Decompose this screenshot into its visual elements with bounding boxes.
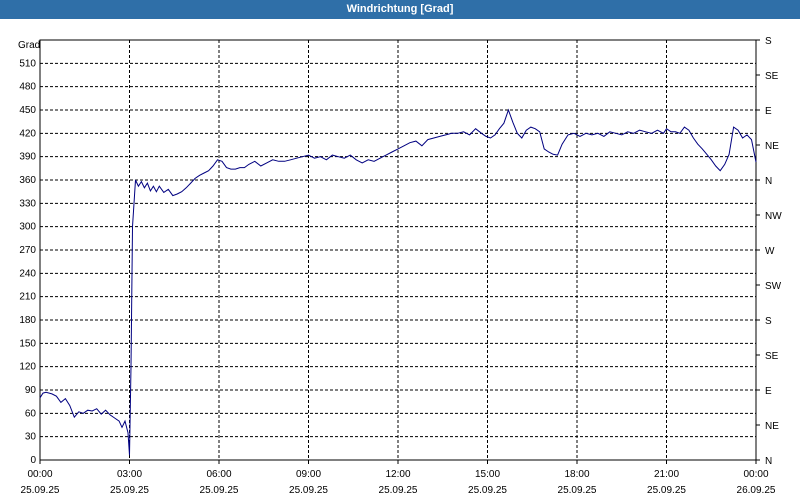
y-tick-label: 150 bbox=[19, 338, 36, 349]
x-axis-ticks: 00:00 25.09.25 03:00 25.09.25 06:00 25.09.25 0… bbox=[21, 460, 776, 496]
y-tick-label: 210 bbox=[19, 292, 36, 303]
x-tick-date: 25.09.25 bbox=[200, 485, 239, 496]
right-tick-label: S bbox=[765, 316, 772, 327]
y-tick-label: 300 bbox=[19, 222, 36, 233]
y-tick-label: 270 bbox=[19, 245, 36, 256]
right-tick-label: S bbox=[765, 36, 772, 47]
right-tick-label: W bbox=[765, 246, 775, 257]
y-tick-label: 480 bbox=[19, 82, 36, 93]
grid-lines bbox=[40, 40, 756, 460]
y-tick-label: 60 bbox=[25, 408, 37, 419]
right-axis-ticks: N NE E SE S SW W NW N NE E SE S bbox=[756, 36, 782, 467]
x-tick-time: 06:00 bbox=[206, 469, 231, 480]
right-tick-label: N bbox=[765, 176, 772, 187]
x-tick-time: 15:00 bbox=[475, 469, 500, 480]
x-tick-time: 21:00 bbox=[654, 469, 679, 480]
right-tick-label: SW bbox=[765, 281, 782, 292]
y-tick-label: 510 bbox=[19, 58, 36, 69]
right-tick-label: E bbox=[765, 386, 772, 397]
y-tick-label: 120 bbox=[19, 362, 36, 373]
x-tick-time: 12:00 bbox=[385, 469, 410, 480]
y-tick-label: 0 bbox=[30, 455, 36, 466]
x-tick-date: 25.09.25 bbox=[379, 485, 418, 496]
x-tick-time: 00:00 bbox=[743, 469, 768, 480]
right-tick-label: E bbox=[765, 106, 772, 117]
right-tick-label: SE bbox=[765, 351, 779, 362]
y-tick-label: 90 bbox=[25, 385, 37, 396]
right-tick-label: NE bbox=[765, 421, 779, 432]
x-tick-date: 25.09.25 bbox=[558, 485, 597, 496]
x-tick-date: 25.09.25 bbox=[289, 485, 328, 496]
x-tick-date: 25.09.25 bbox=[21, 485, 60, 496]
y-tick-label: 360 bbox=[19, 175, 36, 186]
y-tick-label: 330 bbox=[19, 198, 36, 209]
y-tick-label: 30 bbox=[25, 432, 37, 443]
y-tick-label: 420 bbox=[19, 128, 36, 139]
y-tick-label: 390 bbox=[19, 152, 36, 163]
y-axis-ticks: 0 30 60 90 120 150 180 210 240 270 300 330 360 390 420… bbox=[19, 58, 36, 466]
x-tick-date: 25.09.25 bbox=[647, 485, 686, 496]
x-tick-time: 00:00 bbox=[27, 469, 52, 480]
right-tick-label: NE bbox=[765, 141, 779, 152]
x-tick-time: 18:00 bbox=[564, 469, 589, 480]
x-tick-date: 25.09.25 bbox=[468, 485, 507, 496]
y-tick-label: 450 bbox=[19, 105, 36, 116]
right-tick-label: N bbox=[765, 456, 772, 467]
y-tick-label: 240 bbox=[19, 268, 36, 279]
x-tick-date: 25.09.25 bbox=[110, 485, 149, 496]
y-tick-label: 180 bbox=[19, 315, 36, 326]
y-axis-label: Grad bbox=[18, 40, 40, 51]
right-tick-label: NW bbox=[765, 211, 782, 222]
right-tick-label: SE bbox=[765, 71, 779, 82]
x-tick-time: 09:00 bbox=[296, 469, 321, 480]
x-tick-time: 03:00 bbox=[117, 469, 142, 480]
wind-direction-chart: Grad 0 30 60 90 120 150 180 210 240 270 300 330 360 3… bbox=[18, 36, 782, 496]
x-tick-date: 26.09.25 bbox=[737, 485, 776, 496]
